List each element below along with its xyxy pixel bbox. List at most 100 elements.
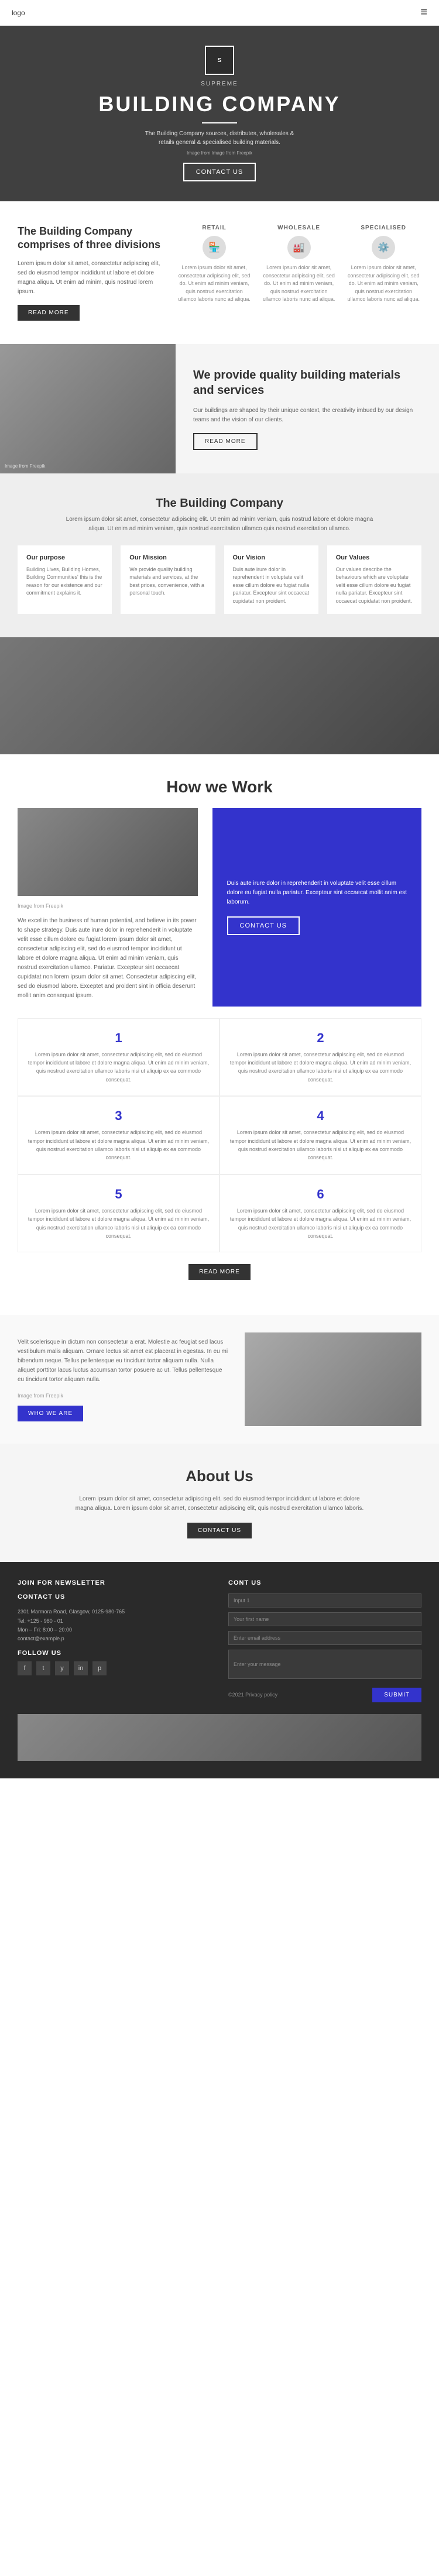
how-work-heading: How we Work: [18, 778, 421, 796]
quality-desc: Our buildings are shaped by their unique…: [193, 406, 421, 425]
quality-img-inner: Image from Freepik: [0, 344, 176, 473]
how-work-right-text: Duis aute irure dolor in reprehenderit i…: [227, 879, 407, 907]
division-col-specialised: SPECIALISED ⚙️ Lorem ipsum dolor sit ame…: [345, 225, 421, 304]
form-group-email: [228, 1631, 421, 1645]
hero-content: S SUPREME BUILDING COMPANY The Building …: [98, 46, 340, 181]
pinterest-icon[interactable]: p: [92, 1661, 107, 1675]
follow-heading: Follow us: [18, 1650, 211, 1657]
numbered-read-more-button[interactable]: READ MORE: [188, 1264, 251, 1280]
quality-img-credit: Image from Freepik: [5, 463, 45, 469]
item-number: 1: [27, 1031, 210, 1046]
list-item: 5 Lorem ipsum dolor sit amet, consectetu…: [18, 1174, 220, 1253]
footer: JOIN FOR NEWSLETTER Contact us 2301 Marm…: [0, 1562, 439, 1778]
nav-menu-icon[interactable]: ≡: [420, 6, 427, 19]
info-col-purpose: Our purpose Building Lives, Building Hom…: [18, 545, 112, 614]
quality-section: Image from Freepik We provide quality bu…: [0, 344, 439, 473]
hero-cta-button[interactable]: CONTACT US: [183, 163, 256, 181]
how-work-content: Image from Freepik We excel in the busin…: [18, 808, 421, 1006]
divisions-right: RETAIL 🏪 Lorem ipsum dolor sit amet, con…: [176, 225, 421, 321]
about-desc: Lorem ipsum dolor sit amet, consectetur …: [73, 1495, 366, 1513]
item-desc: Lorem ipsum dolor sit amet, consectetur …: [229, 1050, 412, 1084]
division-col-retail: RETAIL 🏪 Lorem ipsum dolor sit amet, con…: [176, 225, 252, 304]
navbar: logo ≡: [0, 0, 439, 26]
info-col-mission: Our Mission We provide quality building …: [121, 545, 215, 614]
divisions-read-more-button[interactable]: READ MORE: [18, 305, 80, 321]
footer-message-input[interactable]: [228, 1650, 421, 1679]
specialised-desc: Lorem ipsum dolor sit amet, consectetur …: [345, 264, 421, 304]
item-number: 4: [229, 1108, 412, 1124]
hero-logo: S: [205, 46, 234, 75]
divisions-left: The Building Company comprises of three …: [18, 225, 164, 321]
how-work-right: Duis aute irure dolor in reprehenderit i…: [212, 808, 422, 1006]
about-cta-button[interactable]: CONTACT US: [187, 1523, 252, 1538]
values-desc: Our values describe the behaviours which…: [336, 566, 413, 606]
footer-name-input[interactable]: [228, 1612, 421, 1626]
division-col-wholesale: WHOLESALE 🏭 Lorem ipsum dolor sit amet, …: [261, 225, 337, 304]
how-work-img-credit: Image from Freepik: [18, 902, 198, 910]
hero-img-credit: Image from Image from Freepik: [98, 150, 340, 156]
divisions-desc: Lorem ipsum dolor sit amet, consectetur …: [18, 259, 164, 297]
hero-brand: SUPREME: [98, 81, 340, 87]
quality-read-more-button[interactable]: READ MORE: [193, 433, 258, 450]
footer-image: [18, 1714, 421, 1761]
how-work-section: How we Work Image from Freepik We excel …: [0, 754, 439, 1315]
hero-divider: [202, 122, 237, 123]
three-divisions-section: The Building Company comprises of three …: [0, 201, 439, 344]
linkedin-icon[interactable]: in: [74, 1661, 88, 1675]
values-title: Our Values: [336, 554, 413, 561]
mission-title: Our Mission: [129, 554, 206, 561]
who-img-credit: Image from Freepik: [18, 1392, 230, 1400]
submit-button[interactable]: SUBMIT: [372, 1688, 421, 1702]
purpose-title: Our purpose: [26, 554, 103, 561]
retail-icon: 🏪: [203, 236, 226, 259]
specialised-title: SPECIALISED: [345, 225, 421, 231]
twitter-icon[interactable]: t: [36, 1661, 50, 1675]
retail-desc: Lorem ipsum dolor sit amet, consectetur …: [176, 264, 252, 304]
contact-heading: Contact us: [18, 1593, 211, 1600]
form-group-message: [228, 1650, 421, 1679]
item-number: 3: [27, 1108, 210, 1124]
how-work-left: Image from Freepik We excel in the busin…: [18, 808, 198, 1006]
wholesale-desc: Lorem ipsum dolor sit amet, consectetur …: [261, 264, 337, 304]
item-desc: Lorem ipsum dolor sit amet, consectetur …: [27, 1207, 210, 1241]
footer-email: contact@example.p: [18, 1634, 211, 1643]
building-info-intro: Lorem ipsum dolor sit amet, consectetur …: [59, 515, 380, 534]
building-info-heading: The Building Company: [18, 497, 421, 510]
hero-section: S SUPREME BUILDING COMPANY The Building …: [0, 26, 439, 201]
retail-title: RETAIL: [176, 225, 252, 231]
info-columns: Our purpose Building Lives, Building Hom…: [18, 545, 421, 614]
wholesale-icon: 🏭: [287, 236, 311, 259]
footer-col-contact: JOIN FOR NEWSLETTER Contact us 2301 Marm…: [18, 1579, 211, 1702]
info-col-vision: Our Vision Duis aute irure dolor in repr…: [224, 545, 318, 614]
item-desc: Lorem ipsum dolor sit amet, consectetur …: [27, 1128, 210, 1162]
how-work-cta-button[interactable]: CONTACT US: [227, 916, 300, 935]
mission-desc: We provide quality building materials an…: [129, 566, 206, 597]
about-section: About Us Lorem ipsum dolor sit amet, con…: [0, 1444, 439, 1562]
division-columns: RETAIL 🏪 Lorem ipsum dolor sit amet, con…: [176, 225, 421, 304]
who-text: Velit scelerisque in dictum non consecte…: [18, 1338, 230, 1421]
facebook-icon[interactable]: f: [18, 1661, 32, 1675]
item-desc: Lorem ipsum dolor sit amet, consectetur …: [229, 1128, 412, 1162]
image-divider: [0, 637, 439, 754]
how-work-left-text: We excel in the business of human potent…: [18, 916, 198, 1001]
copyright: ©2021 Privacy policy: [228, 1691, 277, 1699]
newsletter-heading: JOIN FOR NEWSLETTER: [18, 1579, 211, 1586]
info-col-values: Our Values Our values describe the behav…: [327, 545, 421, 614]
hero-description: The Building Company sources, distribute…: [138, 129, 301, 147]
footer-input1[interactable]: [228, 1593, 421, 1608]
how-work-image: [18, 808, 198, 896]
quality-heading: We provide quality building materials an…: [193, 367, 421, 398]
footer-bottom: ©2021 Privacy policy SUBMIT: [228, 1688, 421, 1702]
contact-right-heading: CONT US: [228, 1579, 421, 1586]
youtube-icon[interactable]: y: [55, 1661, 69, 1675]
building-info-section: The Building Company Lorem ipsum dolor s…: [0, 473, 439, 638]
who-section: Velit scelerisque in dictum non consecte…: [0, 1315, 439, 1444]
footer-email-input[interactable]: [228, 1631, 421, 1645]
read-more-center: READ MORE: [18, 1264, 421, 1280]
social-icons: f t y in p: [18, 1661, 211, 1675]
who-cta-button[interactable]: WHO WE ARE: [18, 1406, 83, 1421]
form-group-name: [228, 1612, 421, 1626]
footer-col-form: CONT US ©2021 Privacy policy SUBMIT: [228, 1579, 421, 1702]
item-desc: Lorem ipsum dolor sit amet, consectetur …: [229, 1207, 412, 1241]
specialised-icon: ⚙️: [372, 236, 395, 259]
